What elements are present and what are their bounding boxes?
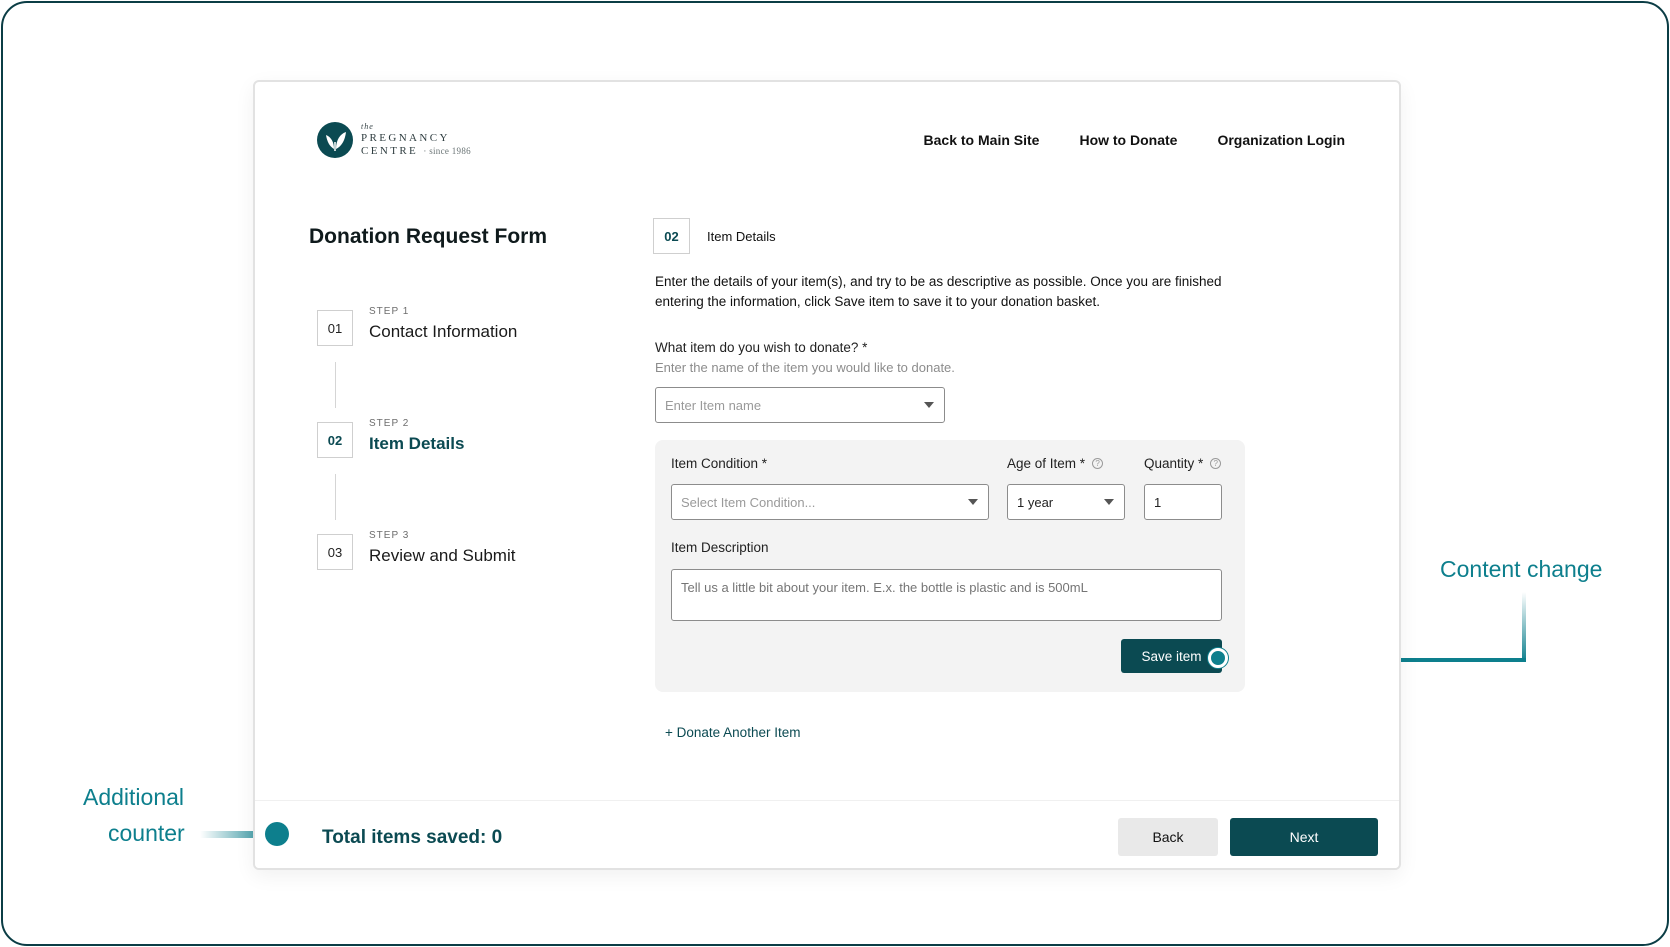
step-kicker: STEP 3 <box>369 530 410 541</box>
quantity-label-text: Quantity * <box>1144 456 1204 471</box>
item-question-help: Enter the name of the item you would lik… <box>655 360 955 375</box>
section-intro: Enter the details of your item(s), and t… <box>655 274 1222 309</box>
item-name-combobox[interactable]: Enter Item name <box>655 387 945 423</box>
age-of-item-label: Age of Item * ? <box>1007 456 1104 471</box>
step-item-details[interactable]: 02 STEP 2 Item Details <box>317 418 464 458</box>
age-of-item-select[interactable]: 1 year <box>1007 484 1125 520</box>
additional-counter-marker <box>265 822 289 846</box>
content-change-marker <box>1208 648 1228 668</box>
caret-down-icon <box>1104 499 1114 505</box>
leaf-logo-icon <box>317 122 353 158</box>
step-number-box: 01 <box>317 310 353 346</box>
item-description-label-text: Item Description <box>671 540 769 555</box>
logo[interactable]: the PREGNANCY CENTRE · since 1986 <box>317 120 471 160</box>
step-review-and-submit[interactable]: 03 STEP 3 Review and Submit <box>317 530 515 570</box>
top-nav: Back to Main Site How to Donate Organiza… <box>924 132 1345 148</box>
item-condition-label-text: Item Condition * <box>671 456 768 471</box>
step-kicker: STEP 2 <box>369 418 410 429</box>
logo-line-1: PREGNANCY <box>361 132 450 144</box>
annotation-counter: counter <box>108 820 185 846</box>
step-connector <box>335 362 336 408</box>
step-connector <box>335 474 336 520</box>
donation-form-card: the PREGNANCY CENTRE · since 1986 Back t… <box>253 80 1401 870</box>
nav-how-to-donate[interactable]: How to Donate <box>1079 132 1177 148</box>
section-title: Item Details <box>707 229 776 244</box>
quantity-input[interactable] <box>1144 484 1222 520</box>
item-description-textarea[interactable] <box>671 569 1222 621</box>
item-condition-select[interactable]: Select Item Condition... <box>671 484 989 520</box>
step-text: STEP 2 Item Details <box>369 418 464 454</box>
help-icon[interactable]: ? <box>1092 458 1104 469</box>
quantity-label: Quantity * ? <box>1144 456 1222 471</box>
step-text: STEP 3 Review and Submit <box>369 530 515 566</box>
step-kicker: STEP 1 <box>369 306 410 317</box>
step-text: STEP 1 Contact Information <box>369 306 517 342</box>
logo-centre: CENTRE <box>361 145 419 157</box>
next-button[interactable]: Next <box>1230 818 1378 856</box>
item-question-label: What item do you wish to donate? * <box>655 340 868 355</box>
total-items-saved-counter: Total items saved: 0 <box>322 827 503 848</box>
item-name-placeholder: Enter Item name <box>665 397 762 413</box>
step-contact-information[interactable]: 01 STEP 1 Contact Information <box>317 306 517 346</box>
annotation-additional: Additional <box>83 784 185 810</box>
annotation-content-change: Content change <box>1440 556 1603 582</box>
nav-organization-login[interactable]: Organization Login <box>1217 132 1345 148</box>
donate-another-item-link[interactable]: + Donate Another Item <box>665 725 800 740</box>
age-of-item-label-text: Age of Item * <box>1007 456 1086 471</box>
age-of-item-value: 1 year <box>1017 494 1054 510</box>
form-title: Donation Request Form <box>309 225 548 248</box>
step-number-box: 03 <box>317 534 353 570</box>
step-number-box: 02 <box>317 422 353 458</box>
logo-the: the <box>361 122 374 131</box>
save-item-button[interactable]: Save item <box>1121 639 1222 673</box>
caret-down-icon <box>924 402 934 408</box>
logo-wordmark: the PREGNANCY CENTRE · since 1986 <box>361 123 471 157</box>
item-details-panel: Item Condition * Age of Item * ? Quantit… <box>655 440 1245 692</box>
back-button[interactable]: Back <box>1118 818 1218 856</box>
step-name: Review and Submit <box>369 546 516 565</box>
item-condition-label: Item Condition * <box>671 456 767 471</box>
logo-since: · since 1986 <box>423 146 471 156</box>
help-icon[interactable]: ? <box>1210 458 1222 469</box>
section-number-badge: 02 <box>653 218 690 254</box>
step-name: Contact Information <box>369 322 518 341</box>
caret-down-icon <box>968 499 978 505</box>
item-condition-placeholder: Select Item Condition... <box>681 494 816 510</box>
form-footer: Total items saved: 0 Back Next <box>255 800 1399 868</box>
item-description-label: Item Description <box>671 540 769 555</box>
nav-back-to-main-site[interactable]: Back to Main Site <box>924 132 1040 148</box>
logo-line-2: CENTRE · since 1986 <box>361 146 471 157</box>
step-name: Item Details <box>369 434 465 453</box>
